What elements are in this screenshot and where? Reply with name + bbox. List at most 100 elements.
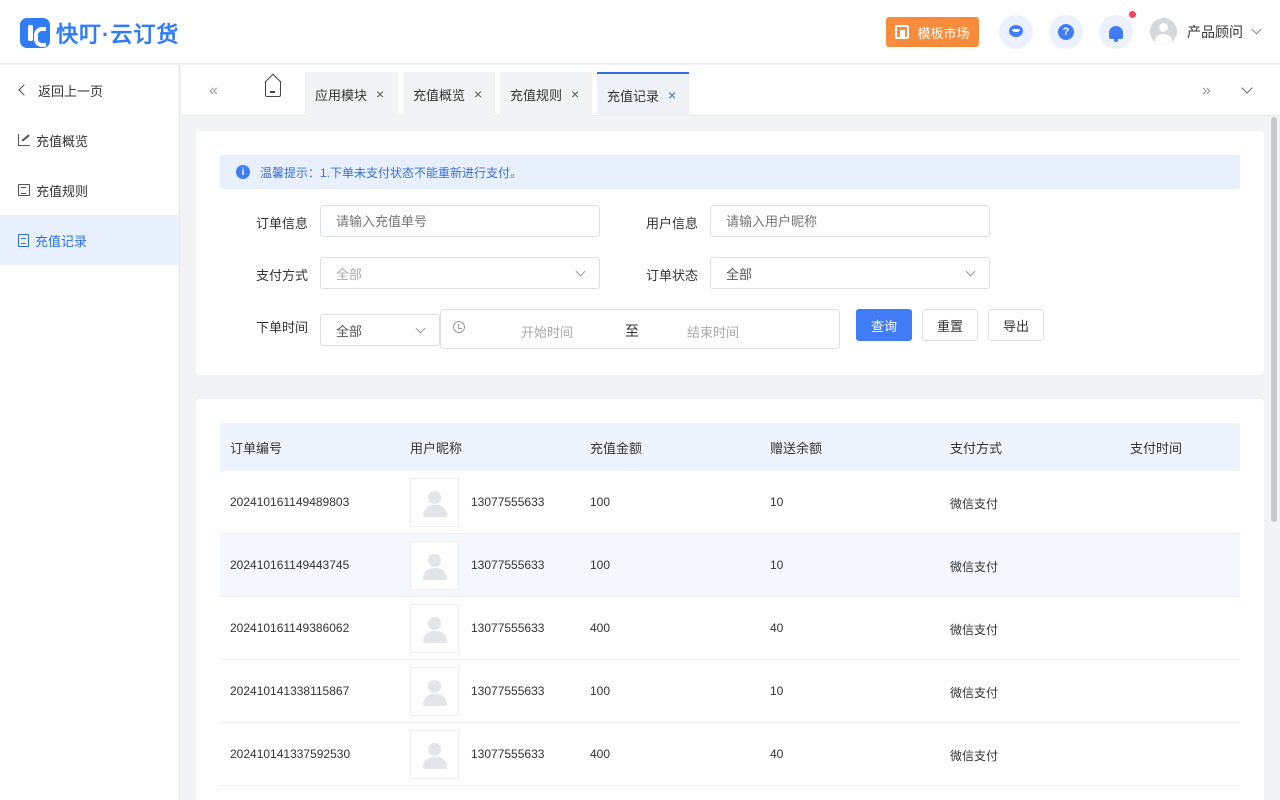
- pay-method: 微信支付: [950, 686, 999, 700]
- tab-recharge-overview[interactable]: 充值概览 ×: [403, 72, 495, 116]
- order-status-select[interactable]: 全部: [710, 257, 990, 289]
- table-header: 订单编号 用户昵称 充值金额 赠送余额 支付方式 支付时间: [220, 423, 1240, 471]
- back-button[interactable]: 返回上一页: [0, 65, 179, 115]
- order-info-input[interactable]: [320, 205, 600, 237]
- tab-recharge-rules[interactable]: 充值规则 ×: [500, 72, 592, 116]
- user-nickname: 13077555633: [471, 747, 545, 761]
- order-number: 202410161149386062: [230, 621, 350, 635]
- app-logo[interactable]: 快叮·云订货: [20, 17, 179, 49]
- user-info-input[interactable]: [710, 205, 990, 237]
- sidebar-item-label: 充值概览: [36, 133, 89, 149]
- tab-recharge-records[interactable]: 充值记录 ×: [597, 72, 689, 116]
- customer-service-icon: [1007, 24, 1025, 40]
- user-avatar: [410, 541, 459, 590]
- pay-method-select[interactable]: 全部: [320, 257, 600, 289]
- reset-button[interactable]: 重置: [922, 309, 978, 341]
- order-status-value: 全部: [726, 266, 753, 282]
- column-header: 支付方式: [950, 440, 1003, 456]
- chevron-down-icon: [965, 266, 976, 277]
- recharge-amount: 400: [590, 747, 611, 761]
- notification-button[interactable]: [1099, 15, 1133, 49]
- user-nickname: 13077555633: [471, 684, 545, 698]
- pay-method: 微信支付: [950, 623, 999, 637]
- recharge-amount: 100: [590, 558, 611, 572]
- date-range-picker[interactable]: 开始时间 至 结束时间: [440, 309, 840, 349]
- tabs-next-button[interactable]: »: [1202, 82, 1211, 100]
- close-icon[interactable]: ×: [376, 86, 384, 102]
- sidebar: 返回上一页 充值概览 充值规则 充值记录: [0, 65, 180, 800]
- table-row[interactable]: 202410141338115867 13077555633 100 10 微信…: [220, 660, 1240, 723]
- tab-label: 充值规则: [510, 87, 563, 103]
- user-menu[interactable]: 产品顾问: [1150, 18, 1262, 45]
- start-time-input[interactable]: 开始时间: [521, 322, 573, 341]
- tab-app-module[interactable]: 应用模块 ×: [305, 72, 398, 116]
- info-icon: i: [236, 165, 250, 179]
- sidebar-item-label: 充值规则: [36, 183, 89, 199]
- query-button[interactable]: 查询: [856, 309, 912, 341]
- bell-icon: [1109, 25, 1123, 42]
- sidebar-item-recharge-overview[interactable]: 充值概览: [0, 115, 179, 165]
- order-time-label: 下单时间: [256, 320, 309, 335]
- column-header: 支付时间: [1130, 440, 1183, 456]
- close-icon[interactable]: ×: [668, 87, 676, 103]
- help-button[interactable]: ?: [1049, 15, 1083, 49]
- recharge-amount: 400: [590, 621, 611, 635]
- sidebar-item-recharge-rules[interactable]: 充值规则: [0, 165, 179, 215]
- pay-method-label: 支付方式: [256, 268, 309, 283]
- tabs-prev-button[interactable]: «: [209, 82, 218, 100]
- clock-icon: [453, 321, 465, 333]
- sidebar-item-recharge-records[interactable]: 充值记录: [0, 215, 179, 265]
- top-header: 快叮·云订货 模板市场 ? 产品顾问: [0, 0, 1280, 64]
- logo-icon: [20, 18, 50, 48]
- vertical-scrollbar[interactable]: [1271, 117, 1277, 522]
- trend-icon: [18, 134, 30, 146]
- table-row[interactable]: 202410141337592530 13077555633 400 40 微信…: [220, 723, 1240, 786]
- column-header: 订单编号: [230, 440, 283, 456]
- recharge-amount: 100: [590, 495, 611, 509]
- template-icon: [895, 25, 910, 39]
- tip-banner: i 温馨提示：1.下单未支付状态不能重新进行支付。: [220, 155, 1240, 189]
- back-label: 返回上一页: [38, 83, 104, 99]
- column-header: 赠送余额: [770, 440, 823, 456]
- tab-label: 应用模块: [315, 87, 368, 103]
- recharge-amount: 100: [590, 684, 611, 698]
- chevron-down-icon[interactable]: [1241, 82, 1253, 94]
- time-range-select[interactable]: 全部: [320, 314, 440, 346]
- column-header: 充值金额: [590, 440, 643, 456]
- document-icon: [18, 233, 29, 247]
- user-nickname: 13077555633: [471, 621, 545, 635]
- order-info-label: 订单信息: [256, 216, 309, 231]
- help-icon: ?: [1058, 24, 1074, 40]
- chevron-down-icon: [1251, 24, 1262, 35]
- home-icon[interactable]: [265, 82, 281, 97]
- user-info-label: 用户信息: [646, 216, 699, 231]
- tab-label: 充值概览: [413, 87, 466, 103]
- bonus-balance: 10: [770, 495, 784, 509]
- customer-service-button[interactable]: [999, 15, 1033, 49]
- end-time-input[interactable]: 结束时间: [687, 322, 739, 341]
- filter-panel: i 温馨提示：1.下单未支付状态不能重新进行支付。 订单信息 用户信息 支付方式…: [196, 131, 1264, 375]
- avatar: [1150, 18, 1177, 45]
- close-icon[interactable]: ×: [474, 86, 482, 102]
- bonus-balance: 40: [770, 621, 784, 635]
- table-row[interactable]: 202410161149443745 13077555633 100 10 微信…: [220, 534, 1240, 597]
- user-avatar: [410, 478, 459, 527]
- order-number: 202410141337592530: [230, 747, 351, 761]
- user-avatar: [410, 730, 459, 779]
- table-row[interactable]: 202410161149489803 13077555633 100 10 微信…: [220, 471, 1240, 534]
- template-market-button[interactable]: 模板市场: [886, 17, 979, 47]
- tab-label: 充值记录: [607, 88, 660, 104]
- column-header: 用户昵称: [410, 440, 463, 456]
- order-status-label: 订单状态: [646, 268, 699, 283]
- list-icon: [18, 184, 30, 196]
- bonus-balance: 10: [770, 684, 784, 698]
- export-button[interactable]: 导出: [988, 309, 1044, 341]
- table-row[interactable]: 202410161149386062 13077555633 400 40 微信…: [220, 597, 1240, 660]
- pay-method: 微信支付: [950, 749, 999, 763]
- bonus-balance: 40: [770, 747, 784, 761]
- close-icon[interactable]: ×: [571, 86, 579, 102]
- notification-badge: [1129, 11, 1136, 18]
- user-avatar: [410, 667, 459, 716]
- records-table: 订单编号 用户昵称 充值金额 赠送余额 支付方式 支付时间 2024101611…: [196, 399, 1264, 800]
- pay-method: 微信支付: [950, 560, 999, 574]
